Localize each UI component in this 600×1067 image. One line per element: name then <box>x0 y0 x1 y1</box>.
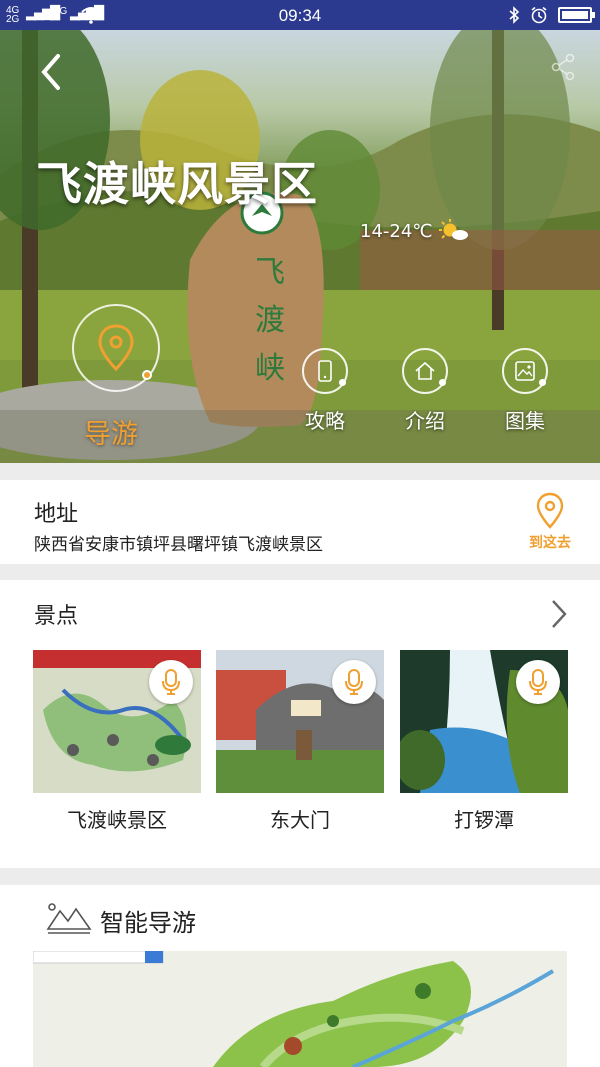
strategy-label[interactable]: 攻略 <box>285 405 365 434</box>
stone-char-3: 峡 <box>255 351 285 386</box>
audio-guide-button[interactable] <box>72 304 160 392</box>
attractions-heading: 景点 <box>34 604 79 629</box>
microphone-icon <box>345 669 363 695</box>
chevron-right-icon[interactable] <box>548 598 570 630</box>
attraction-item[interactable]: 飞渡峡景区 <box>33 650 201 832</box>
hero-trees-illustration: 飞 渡 峡 <box>0 30 600 463</box>
attraction-name: 打锣潭 <box>454 808 514 832</box>
guide-map[interactable] <box>33 951 567 1067</box>
location-pin-icon <box>536 492 564 529</box>
address-heading: 地址 <box>34 502 79 527</box>
guide-map-illustration <box>33 951 567 1067</box>
attraction-item[interactable]: 东大门 <box>216 650 384 832</box>
guide-indicator-dot <box>142 370 152 380</box>
nav-indicator-dot <box>539 379 546 386</box>
attraction-item[interactable]: 打锣潭 <box>400 650 568 832</box>
navigate-here-label: 到这去 <box>529 535 571 551</box>
gallery-label[interactable]: 图集 <box>485 405 565 434</box>
partly-sunny-icon <box>438 219 468 240</box>
intro-label[interactable]: 介绍 <box>385 405 465 434</box>
attractions-card: 景点 飞渡峡景区 东大门 打锣潭 <box>0 580 600 868</box>
status-bar: 4G 2G ▂▄▆█ 2G ▂▄▆█ 09:34 <box>0 0 600 30</box>
microphone-icon <box>529 669 547 695</box>
stone-char-1: 飞 <box>255 255 285 290</box>
audio-play-button[interactable] <box>332 660 376 704</box>
smart-guide-card: 智能导游 <box>0 885 600 1067</box>
attraction-name: 东大门 <box>270 808 330 832</box>
nav-indicator-dot <box>339 379 346 386</box>
smart-guide-heading: 智能导游 <box>100 909 196 937</box>
alarm-icon <box>531 6 547 24</box>
address-text: 陕西省安康市镇坪县曙坪镇飞渡峡景区 <box>34 535 323 555</box>
weather-info: 14-24℃ <box>360 218 469 244</box>
nav-indicator-dot <box>439 379 446 386</box>
status-right-icons <box>508 5 595 25</box>
phone-icon <box>318 360 332 382</box>
picture-icon <box>515 361 535 381</box>
address-card: 地址 陕西省安康市镇坪县曙坪镇飞渡峡景区 到这去 <box>0 480 600 564</box>
audio-play-button[interactable] <box>149 660 193 704</box>
scenic-area-title: 飞渡峡风景区 <box>36 157 318 211</box>
back-arrow-icon[interactable] <box>36 52 66 92</box>
share-icon[interactable] <box>548 52 578 82</box>
navigate-here-button[interactable]: 到这去 <box>520 492 580 554</box>
microphone-icon <box>162 669 180 695</box>
intro-button[interactable] <box>402 348 448 394</box>
bluetooth-icon <box>509 6 520 24</box>
home-icon <box>415 361 435 380</box>
audio-guide-label[interactable]: 导游 <box>84 412 138 451</box>
strategy-button[interactable] <box>302 348 348 394</box>
gallery-button[interactable] <box>502 348 548 394</box>
location-pin-icon <box>98 324 134 372</box>
hero-banner: 飞 渡 峡 飞渡峡风景区 14-24℃ 导游 攻略 介绍 图集 <box>0 30 600 463</box>
audio-play-button[interactable] <box>516 660 560 704</box>
stone-char-2: 渡 <box>255 303 285 338</box>
attraction-name: 飞渡峡景区 <box>67 808 167 832</box>
app-root: 4G 2G ▂▄▆█ 2G ▂▄▆█ 09:34 飞 渡 峡 飞渡峡风景区 14… <box>0 0 600 1067</box>
mountain-map-icon <box>46 903 92 934</box>
temperature-range: 14-24℃ <box>360 220 433 242</box>
battery-icon <box>558 7 595 23</box>
